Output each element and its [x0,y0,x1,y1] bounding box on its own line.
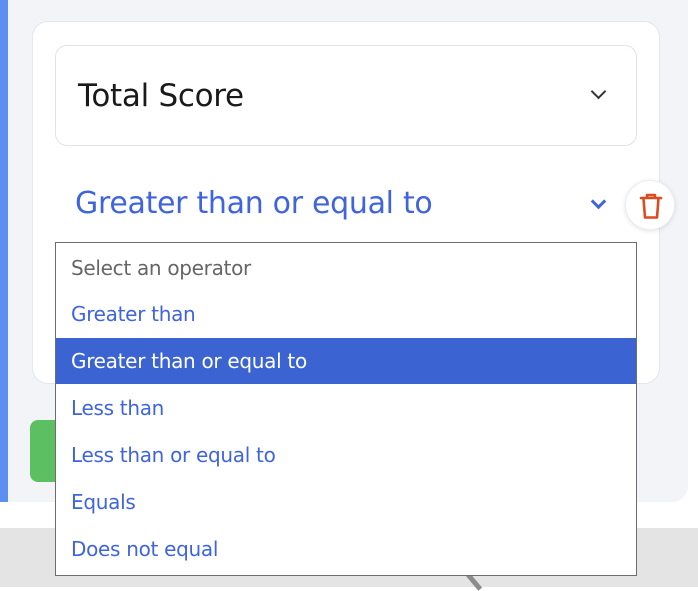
trash-icon [639,193,663,219]
operator-option-selected[interactable]: Greater than or equal to [56,338,636,384]
operator-option[interactable]: Does not equal [56,526,636,572]
operator-option[interactable]: Less than or equal to [56,432,636,478]
operator-dropdown: Select an operator Greater than Greater … [55,242,637,576]
operator-option[interactable]: Greater than [56,291,636,337]
operator-select-value: Greater than or equal to [75,186,433,221]
delete-condition-button[interactable] [625,180,675,230]
operator-select[interactable]: Greater than or equal to [55,176,615,234]
chevron-down-icon [590,83,607,100]
metric-select[interactable]: Total Score [55,45,637,146]
operator-option[interactable]: Select an operator [56,245,636,291]
chevron-down-icon [590,193,607,210]
operator-option[interactable]: Equals [56,479,636,525]
panel-accent-bar [0,0,8,502]
operator-option[interactable]: Less than [56,385,636,431]
metric-select-value: Total Score [78,78,244,114]
